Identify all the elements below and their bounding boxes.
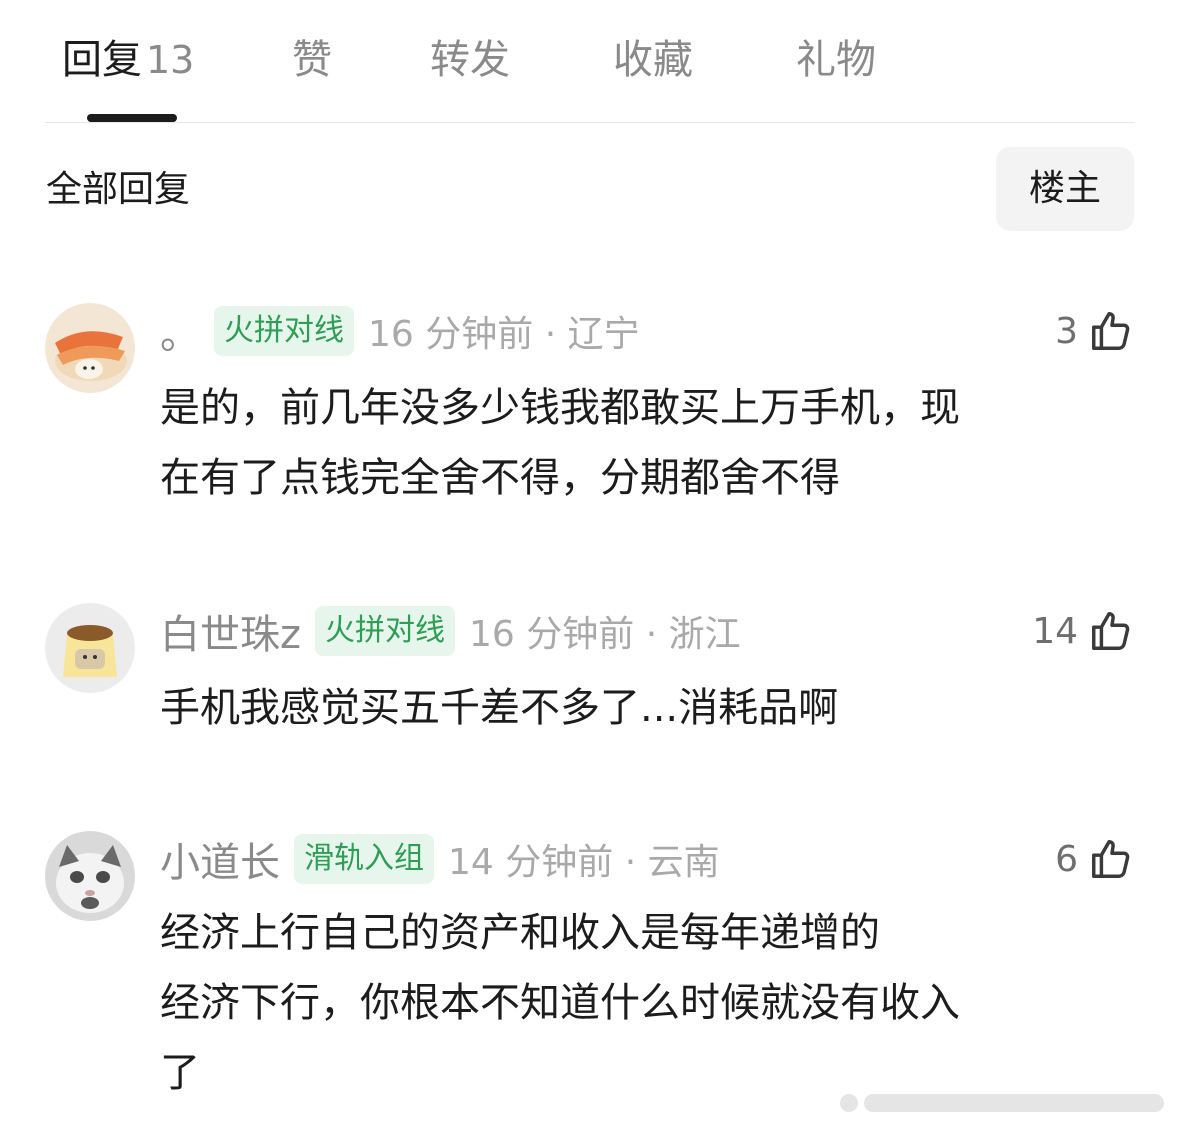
tab-replies-label: 回复: [62, 37, 142, 83]
active-tab-indicator: [87, 114, 177, 122]
tab-likes[interactable]: 赞: [292, 30, 332, 90]
comment-line: 在有了点钱完全舍不得，分期都舍不得: [160, 455, 840, 501]
tab-gifts-label: 礼物: [796, 37, 876, 83]
avatar-image-food: [45, 303, 135, 393]
avatar-image-cat: [45, 831, 135, 921]
comment-line: 经济下行，你根本不知道什么时候就没有收入: [160, 980, 960, 1026]
tab-favorites-label: 收藏: [613, 37, 693, 83]
tab-replies-count: 13: [146, 38, 195, 82]
comment-line: 是的，前几年没多少钱我都敢买上万手机，现: [160, 385, 960, 431]
like-count: 14: [1032, 610, 1078, 652]
username[interactable]: 。: [160, 302, 200, 360]
watermark-dot: [840, 1094, 858, 1112]
like-button[interactable]: 14: [1032, 603, 1134, 659]
thumb-up-icon: [1088, 308, 1134, 354]
comments-page: 回复 13 赞 转发 收藏 礼物 全部回复 楼主 。 火拼对线 16 分钟前 ·…: [0, 0, 1179, 1129]
user-badge: 滑轨入组: [294, 834, 434, 884]
comment-line: 经济上行自己的资产和收入是每年递增的: [160, 910, 880, 956]
watermark-bar: [864, 1094, 1164, 1112]
comment-time-location: 14 分钟前 · 云南: [448, 842, 720, 883]
watermark: [840, 1088, 1170, 1118]
comment-time-location: 16 分钟前 · 浙江: [469, 614, 741, 655]
tab-replies[interactable]: 回复 13: [62, 30, 194, 90]
avatar[interactable]: [45, 303, 135, 393]
avatar[interactable]: [45, 831, 135, 921]
tab-divider: [45, 122, 1135, 123]
tab-gifts[interactable]: 礼物: [796, 30, 876, 90]
like-count: 6: [1055, 838, 1078, 880]
tab-reposts-label: 转发: [430, 37, 510, 83]
avatar[interactable]: [45, 603, 135, 693]
tab-likes-label: 赞: [292, 37, 332, 83]
tab-bar: 回复 13 赞 转发 收藏 礼物: [0, 30, 1179, 100]
user-badge: 火拼对线: [214, 306, 354, 356]
thumb-up-icon: [1088, 836, 1134, 882]
avatar-image-pudding: [45, 603, 135, 693]
comment-line: 手机我感觉买五千差不多了...消耗品啊: [160, 685, 839, 731]
like-button[interactable]: 6: [1055, 831, 1134, 887]
like-button[interactable]: 3: [1055, 303, 1134, 359]
thumb-up-icon: [1088, 608, 1134, 654]
op-filter-button[interactable]: 楼主: [996, 147, 1134, 231]
comment-time-location: 16 分钟前 · 辽宁: [368, 314, 640, 355]
comment-meta: 小道长 滑轨入组 14 分钟前 · 云南: [160, 831, 720, 887]
comment-body: 经济上行自己的资产和收入是每年递增的 经济下行，你根本不知道什么时候就没有收入 …: [160, 898, 1120, 1108]
comment-body: 手机我感觉买五千差不多了...消耗品啊: [160, 673, 1120, 743]
comment-meta: 白世珠z 火拼对线 16 分钟前 · 浙江: [160, 603, 741, 659]
section-title: 全部回复: [46, 169, 191, 210]
user-badge: 火拼对线: [315, 606, 455, 656]
comment-meta: 。 火拼对线 16 分钟前 · 辽宁: [160, 303, 640, 359]
tab-favorites[interactable]: 收藏: [613, 30, 693, 90]
tab-reposts[interactable]: 转发: [430, 30, 510, 90]
username[interactable]: 小道长: [160, 830, 280, 888]
like-count: 3: [1055, 310, 1078, 352]
comment-body: 是的，前几年没多少钱我都敢买上万手机，现 在有了点钱完全舍不得，分期都舍不得: [160, 373, 1120, 513]
username[interactable]: 白世珠z: [160, 602, 301, 660]
